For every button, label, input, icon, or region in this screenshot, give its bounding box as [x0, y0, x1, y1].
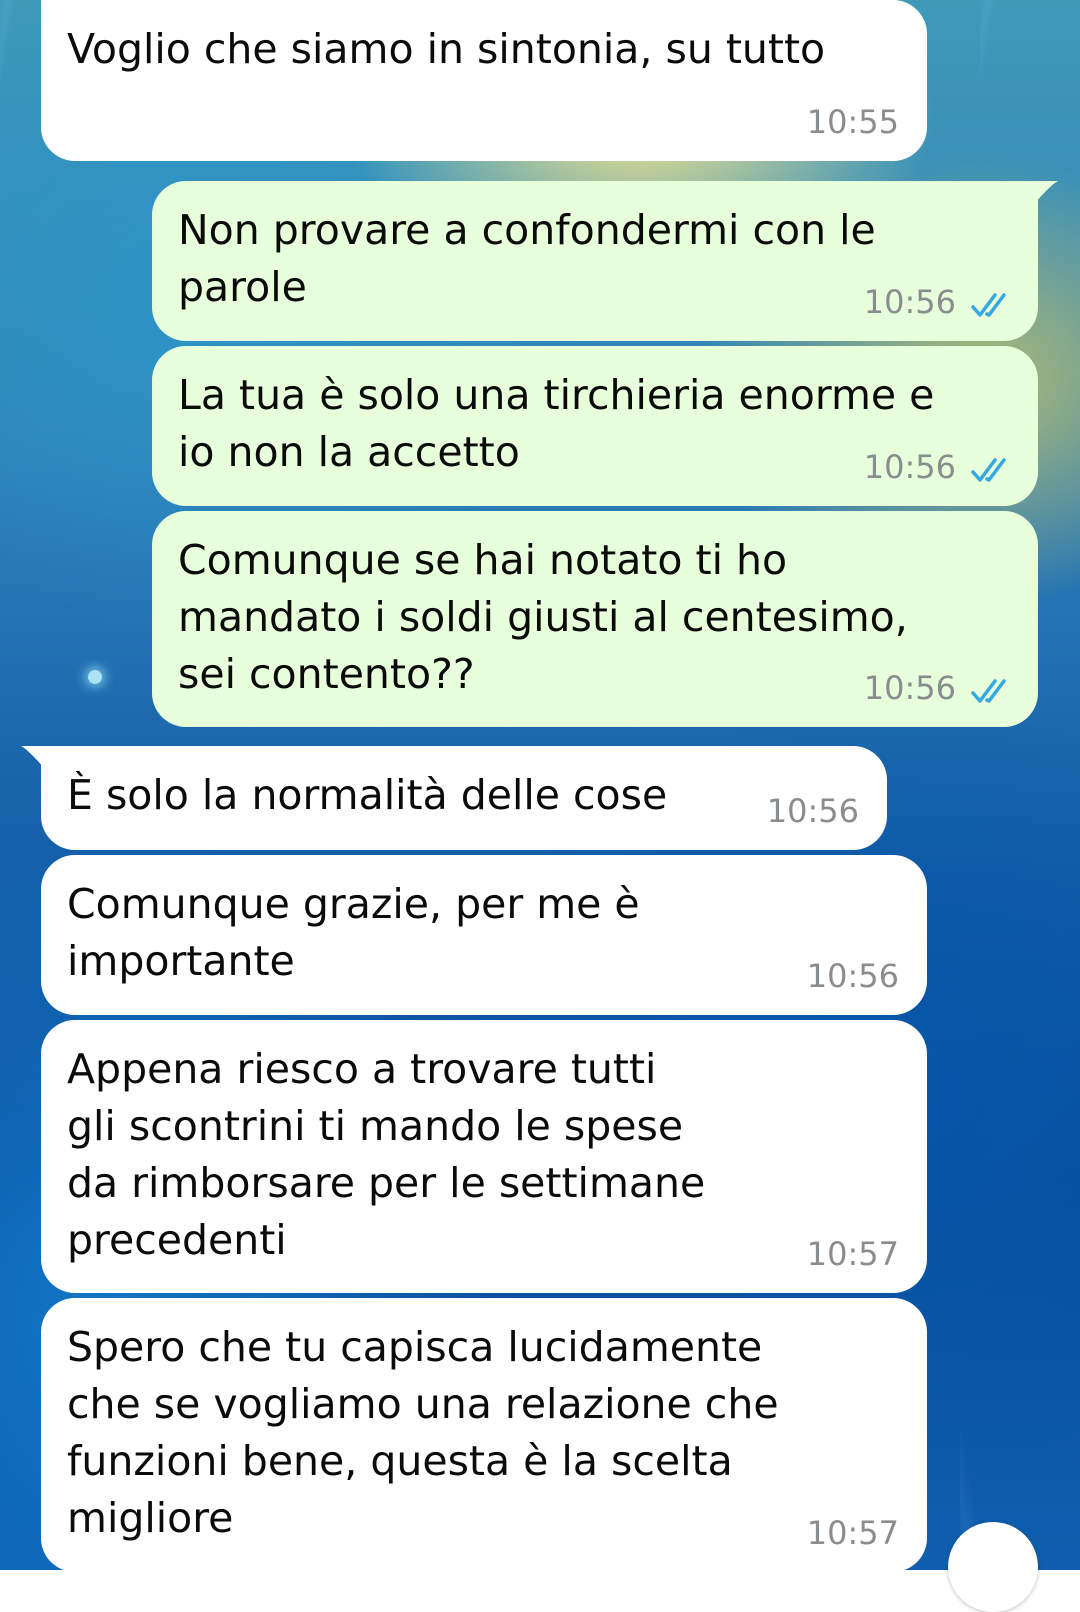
double-check-icon [971, 679, 1006, 703]
double-check-icon [971, 293, 1006, 317]
message-time: 10:56 [806, 957, 899, 995]
bubble-tail [21, 746, 51, 776]
message-incoming[interactable]: Comunque grazie, per me è importante 10:… [41, 855, 927, 1015]
message-time: 10:55 [806, 103, 899, 141]
message-incoming[interactable]: È solo la normalità delle cose 10:56 [21, 746, 887, 850]
bubble-tail [1028, 181, 1058, 211]
message-time: 10:57 [806, 1235, 899, 1273]
message-outgoing[interactable]: Comunque se hai notato ti ho mandato i s… [152, 511, 1038, 727]
message-text: Comunque grazie, per me è importante [67, 880, 640, 985]
message-outgoing[interactable]: Non provare a confondermi con le parole … [152, 181, 1058, 341]
message-time: 10:56 [766, 792, 859, 830]
double-check-icon [971, 458, 1006, 482]
message-time: 10:56 [863, 283, 956, 321]
scroll-down-button[interactable] [948, 1522, 1038, 1612]
message-time: 10:57 [806, 1514, 899, 1552]
wallpaper-light-dot [88, 670, 102, 684]
message-incoming[interactable]: Appena riesco a trovare tutti gli scontr… [41, 1020, 927, 1293]
message-incoming[interactable]: Voglio che siamo in sintonia, su tutto 1… [41, 0, 927, 161]
message-incoming[interactable]: Spero che tu capisca lucidamente che se … [41, 1298, 927, 1572]
message-time: 10:56 [863, 669, 956, 707]
message-outgoing[interactable]: La tua è solo una tirchieria enorme e io… [152, 346, 1038, 506]
message-time: 10:56 [863, 448, 956, 486]
message-text: Voglio che siamo in sintonia, su tutto [67, 25, 826, 73]
message-text: Appena riesco a trovare tutti gli scontr… [67, 1045, 706, 1264]
message-text: È solo la normalità delle cose [67, 771, 668, 819]
message-text: Spero che tu capisca lucidamente che se … [67, 1323, 779, 1542]
